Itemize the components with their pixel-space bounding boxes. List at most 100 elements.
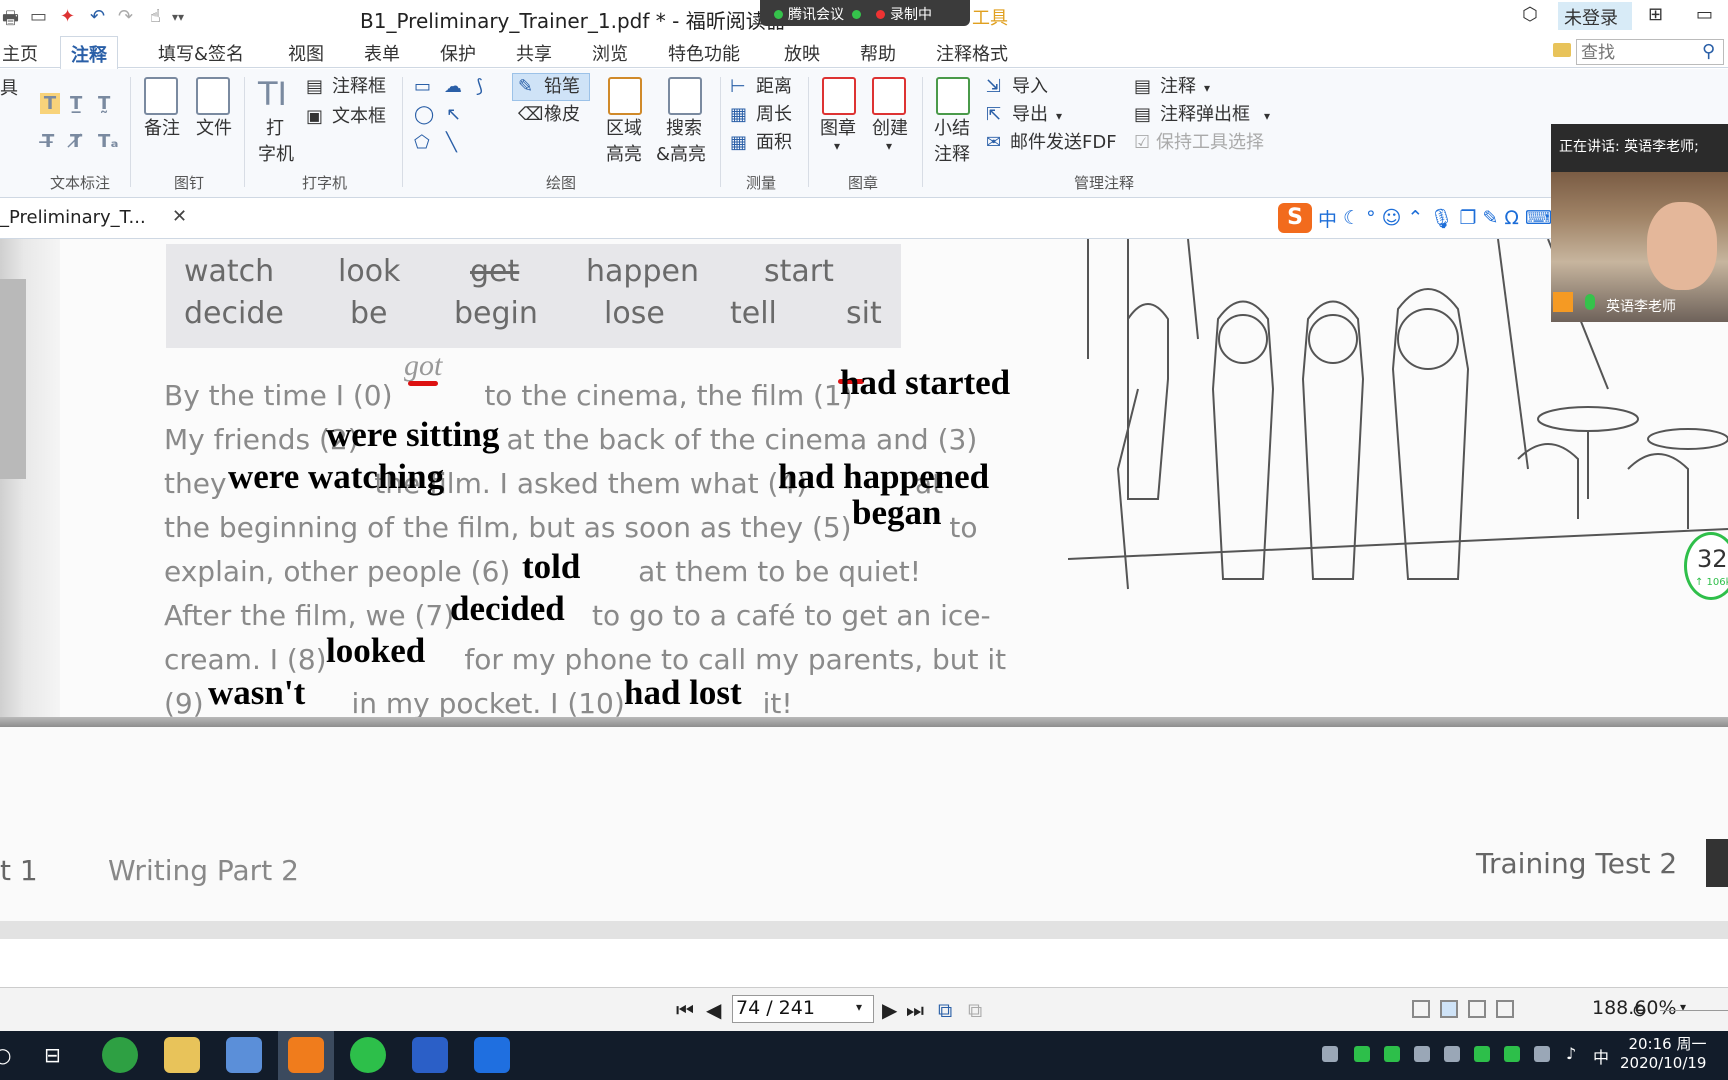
tray-wechat-icon[interactable] <box>1474 1046 1490 1062</box>
symbol-icon[interactable]: Ω <box>1504 207 1519 229</box>
eraser-icon[interactable]: ⌫ <box>518 103 543 126</box>
copy-icon[interactable]: ❐ <box>1459 207 1476 229</box>
feishu-app-icon[interactable] <box>226 1037 262 1073</box>
tray-battery-icon[interactable] <box>1534 1046 1550 1062</box>
skin-icon[interactable]: ⬡ <box>1522 4 1538 25</box>
pen-icon[interactable]: ✎ <box>1482 207 1498 229</box>
ime-mode[interactable]: 中 <box>1318 205 1337 232</box>
polygon-icon[interactable]: ⬠ <box>414 131 430 154</box>
pencil-button[interactable]: 铅笔 <box>544 75 580 98</box>
squiggly-text-icon[interactable]: T̰ <box>98 93 110 114</box>
facing-page-icon[interactable] <box>1468 1000 1486 1018</box>
moon-icon[interactable]: ☾ <box>1343 207 1360 229</box>
answer-6[interactable]: told <box>522 547 580 587</box>
popup-icon[interactable]: ▤ <box>1134 103 1151 126</box>
tray-icon[interactable] <box>1354 1046 1370 1062</box>
minimize-icon[interactable]: ▭ <box>1696 4 1713 25</box>
tab-form[interactable]: 表单 <box>364 40 400 66</box>
tab-browse[interactable]: 浏览 <box>592 40 628 66</box>
arrow-icon[interactable]: ↖ <box>446 103 461 126</box>
annotate-dropdown-icon[interactable]: ▾ <box>1204 81 1210 97</box>
handwriting-icon[interactable]: ⌃ <box>1407 207 1423 229</box>
undo-icon[interactable]: ↶ <box>90 6 105 27</box>
answer-4[interactable]: had happened <box>778 457 989 497</box>
continuous-page-icon[interactable] <box>1440 1000 1458 1018</box>
task-view-icon[interactable]: ⊟ <box>44 1043 61 1067</box>
popup-dropdown-icon[interactable]: ▾ <box>1264 109 1270 125</box>
import-icon[interactable]: ⇲ <box>986 75 1001 98</box>
tab-annotate[interactable]: 注释 <box>60 36 118 69</box>
typewriter-button-line1[interactable]: 打 <box>266 117 284 140</box>
eraser-button[interactable]: 橡皮 <box>544 103 580 126</box>
rectangle-icon[interactable]: ▭ <box>414 75 431 98</box>
typewriter-icon[interactable]: TI <box>258 75 287 113</box>
annotate-icon[interactable]: ▤ <box>1134 75 1151 98</box>
perimeter-button[interactable]: 周长 <box>756 103 792 126</box>
create-stamp-icon[interactable] <box>872 77 906 115</box>
tray-icon[interactable] <box>1322 1046 1338 1062</box>
tab-home[interactable]: 主页 <box>2 40 38 66</box>
answer-1[interactable]: had started <box>840 363 1010 403</box>
replace-text-icon[interactable]: T̸ <box>70 131 82 152</box>
file-explorer-icon[interactable] <box>164 1037 200 1073</box>
strikeout-text-icon[interactable]: T̶ <box>42 131 54 152</box>
punctuation-icon[interactable]: ° <box>1366 207 1376 229</box>
page-number-field[interactable]: 74 / 241 <box>732 995 874 1023</box>
callout-button[interactable]: 注释框 <box>332 75 386 98</box>
annotate-button[interactable]: 注释 <box>1160 75 1196 98</box>
prev-view-icon[interactable]: ⧉ <box>938 998 952 1022</box>
perimeter-icon[interactable]: ▦ <box>730 103 747 126</box>
login-button[interactable]: 未登录 <box>1558 2 1632 30</box>
tab-annotation-format[interactable]: 注释格式 <box>936 40 1008 66</box>
document-tab[interactable]: _Preliminary_T... <box>0 207 146 228</box>
summary-line1[interactable]: 小结 <box>934 117 970 140</box>
area-highlight-icon[interactable] <box>608 77 642 115</box>
callout-icon[interactable]: ▤ <box>306 75 323 98</box>
textbox-button[interactable]: 文本框 <box>332 105 386 128</box>
popup-button[interactable]: 注释弹出框 <box>1160 103 1250 126</box>
ime-indicator[interactable]: 中 <box>1593 1044 1609 1068</box>
tray-icon[interactable] <box>1384 1046 1400 1062</box>
answer-3[interactable]: were watching <box>228 457 444 497</box>
volume-icon[interactable]: ♪ <box>1566 1044 1576 1063</box>
answer-9[interactable]: wasn't <box>208 673 305 713</box>
meeting-bar[interactable]: 腾讯会议 录制中 <box>760 0 970 26</box>
email-fdf-button[interactable]: 邮件发送FDF <box>1010 131 1117 154</box>
tab-present[interactable]: 放映 <box>784 40 820 66</box>
mic-icon[interactable]: 🎙 <box>1429 207 1453 230</box>
save-icon[interactable]: ▭ <box>30 6 47 27</box>
polyline-icon[interactable]: ⟆ <box>476 75 483 98</box>
tab-protect[interactable]: 保护 <box>440 40 476 66</box>
keyboard-icon[interactable]: ⌨ <box>1525 207 1552 229</box>
tab-share[interactable]: 共享 <box>516 40 552 66</box>
print-icon[interactable]: 🖶 <box>2 6 19 36</box>
single-page-icon[interactable] <box>1412 1000 1430 1018</box>
note-button[interactable]: 备注 <box>144 117 180 140</box>
next-page-icon[interactable]: ▶ <box>882 998 897 1022</box>
emoji-icon[interactable]: ☺ <box>1382 207 1402 229</box>
answer-10[interactable]: had lost <box>624 673 742 713</box>
next-view-icon[interactable]: ⧉ <box>968 998 982 1022</box>
quick-access-dropdown-icon[interactable]: ▾▾ <box>172 10 184 24</box>
search-icon[interactable]: ⚲ <box>1702 41 1715 62</box>
last-page-icon[interactable]: ⏭ <box>906 998 924 1022</box>
export-icon[interactable]: ⇱ <box>986 103 1001 126</box>
tray-shield-icon[interactable] <box>1444 1046 1460 1062</box>
clock[interactable]: 20:16 周一 2020/10/19 <box>1620 1035 1706 1073</box>
tray-icon[interactable] <box>1504 1046 1520 1062</box>
oval-icon[interactable]: ◯ <box>414 103 434 126</box>
video-window[interactable]: 正在讲话: 英语李老师; 英语李老师 <box>1551 124 1728 322</box>
hand-tool-icon[interactable]: ☝ <box>150 6 161 27</box>
close-tab-icon[interactable]: ✕ <box>172 206 187 227</box>
tab-features[interactable]: 特色功能 <box>668 40 740 66</box>
distance-icon[interactable]: ⊢ <box>730 75 746 98</box>
area-button[interactable]: 面积 <box>756 131 792 154</box>
prev-page-icon[interactable]: ◀ <box>706 998 721 1022</box>
distance-button[interactable]: 距离 <box>756 75 792 98</box>
import-button[interactable]: 导入 <box>1012 75 1048 98</box>
file-button[interactable]: 文件 <box>196 117 232 140</box>
underline-text-icon[interactable]: T̲ <box>70 93 82 114</box>
tab-view[interactable]: 视图 <box>288 40 324 66</box>
answer-5[interactable]: began <box>852 493 941 533</box>
answer-7[interactable]: decided <box>450 589 565 629</box>
